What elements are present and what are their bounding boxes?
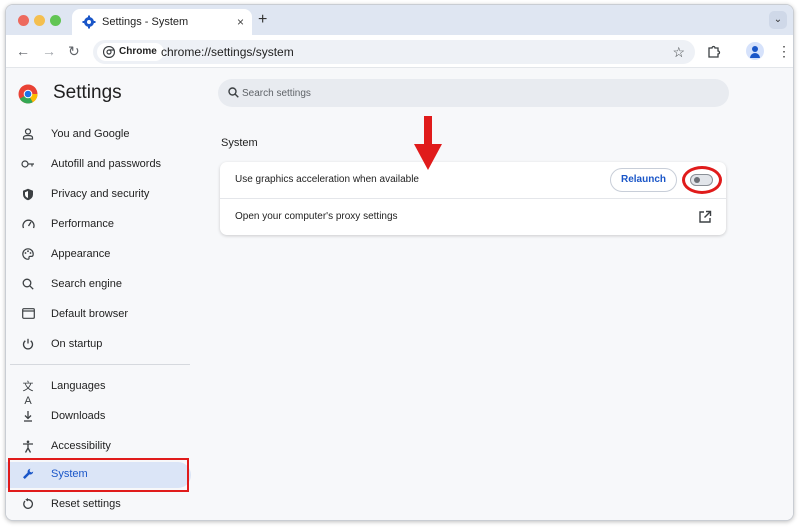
settings-page: Settings You and Google Autofill and pas… xyxy=(6,68,793,520)
chrome-icon xyxy=(103,46,115,58)
chrome-logo-icon xyxy=(18,84,38,104)
sidebar-item-label: You and Google xyxy=(51,128,130,140)
close-window-button[interactable] xyxy=(18,15,29,26)
system-settings-card: Use graphics acceleration when available… xyxy=(220,162,726,235)
page-title: Settings xyxy=(53,82,122,103)
new-tab-button[interactable]: + xyxy=(258,11,267,29)
speedometer-icon xyxy=(21,218,35,232)
sidebar-item-label: Languages xyxy=(51,380,106,392)
translate-icon: 文A xyxy=(22,381,34,407)
sidebar-item-label: Default browser xyxy=(51,308,129,320)
sidebar-item-label: Accessibility xyxy=(51,440,111,452)
sidebar-item-label: Performance xyxy=(51,218,114,230)
maximize-window-button[interactable] xyxy=(50,15,61,26)
site-chip-label: Chrome xyxy=(119,46,157,57)
minimize-window-button[interactable] xyxy=(34,15,45,26)
sidebar-item-reset-settings[interactable]: Reset settings xyxy=(6,492,191,518)
shield-icon xyxy=(21,188,35,202)
proxy-settings-label: Open your computer's proxy settings xyxy=(235,211,398,222)
gear-icon xyxy=(82,15,96,29)
sidebar-item-label: Reset settings xyxy=(51,498,121,510)
url-text[interactable]: chrome://settings/system xyxy=(161,45,294,59)
browser-window-icon xyxy=(21,308,35,322)
external-link-icon[interactable] xyxy=(698,210,712,224)
sidebar-item-default-browser[interactable]: Default browser xyxy=(6,302,191,328)
search-icon xyxy=(21,278,35,292)
sidebar-item-you-and-google[interactable]: You and Google xyxy=(6,122,191,148)
key-icon xyxy=(21,158,35,172)
browser-window: Settings - System × + ⌄ ← → ↻ Chrome chr… xyxy=(5,4,794,521)
settings-search[interactable] xyxy=(218,79,729,107)
sidebar-item-on-startup[interactable]: On startup xyxy=(6,332,191,358)
sidebar-item-accessibility[interactable]: Accessibility xyxy=(6,434,191,460)
back-button[interactable]: ← xyxy=(16,43,30,59)
close-tab-icon[interactable]: × xyxy=(237,15,244,29)
download-icon xyxy=(21,410,35,424)
address-bar[interactable]: Chrome chrome://settings/system ☆ xyxy=(93,40,695,64)
search-input[interactable] xyxy=(242,79,712,107)
sidebar-item-label: Downloads xyxy=(51,410,106,422)
search-icon xyxy=(228,87,239,98)
sidebar-item-label: On startup xyxy=(51,338,103,350)
sidebar-divider xyxy=(10,364,190,365)
power-icon xyxy=(21,338,35,352)
person-icon xyxy=(21,128,35,142)
tab-title: Settings - System xyxy=(102,16,189,28)
annotation-highlight-box xyxy=(8,458,189,492)
sidebar-item-label: Autofill and passwords xyxy=(51,158,162,170)
sidebar-item-label: Appearance xyxy=(51,248,111,260)
graphics-acceleration-row: Use graphics acceleration when available… xyxy=(220,162,726,198)
annotation-circle xyxy=(682,166,722,194)
forward-button[interactable]: → xyxy=(42,43,56,59)
toolbar: ← → ↻ Chrome chrome://settings/system ☆ … xyxy=(6,35,793,68)
sidebar-item-search-engine[interactable]: Search engine xyxy=(6,272,191,298)
sidebar-item-label: Search engine xyxy=(51,278,122,290)
sidebar-item-downloads[interactable]: Downloads xyxy=(6,404,191,430)
extensions-puzzle-icon[interactable] xyxy=(706,43,722,59)
tab-search-button[interactable]: ⌄ xyxy=(769,11,787,29)
sidebar-item-autofill[interactable]: Autofill and passwords xyxy=(6,152,191,178)
profile-avatar[interactable] xyxy=(746,42,764,60)
reload-button[interactable]: ↻ xyxy=(68,43,80,59)
palette-icon xyxy=(21,248,35,262)
sidebar-item-privacy[interactable]: Privacy and security xyxy=(6,182,191,208)
proxy-settings-row[interactable]: Open your computer's proxy settings xyxy=(220,199,726,235)
site-chip[interactable]: Chrome xyxy=(97,43,164,61)
tab-settings-system[interactable]: Settings - System × xyxy=(72,9,252,35)
bookmark-star-icon[interactable]: ☆ xyxy=(672,43,685,61)
annotation-arrow xyxy=(414,116,442,170)
sidebar-item-performance[interactable]: Performance xyxy=(6,212,191,238)
accessibility-icon xyxy=(21,440,35,454)
graphics-acceleration-label: Use graphics acceleration when available xyxy=(235,174,419,185)
reset-icon xyxy=(21,498,35,512)
relaunch-button[interactable]: Relaunch xyxy=(610,168,677,192)
sidebar-item-languages[interactable]: 文A Languages xyxy=(6,374,191,407)
tab-strip: Settings - System × + ⌄ xyxy=(6,5,793,35)
section-title: System xyxy=(221,137,258,149)
sidebar-item-label: Privacy and security xyxy=(51,188,150,200)
sidebar-item-appearance[interactable]: Appearance xyxy=(6,242,191,268)
more-menu-icon[interactable]: ⋮ xyxy=(777,42,791,60)
